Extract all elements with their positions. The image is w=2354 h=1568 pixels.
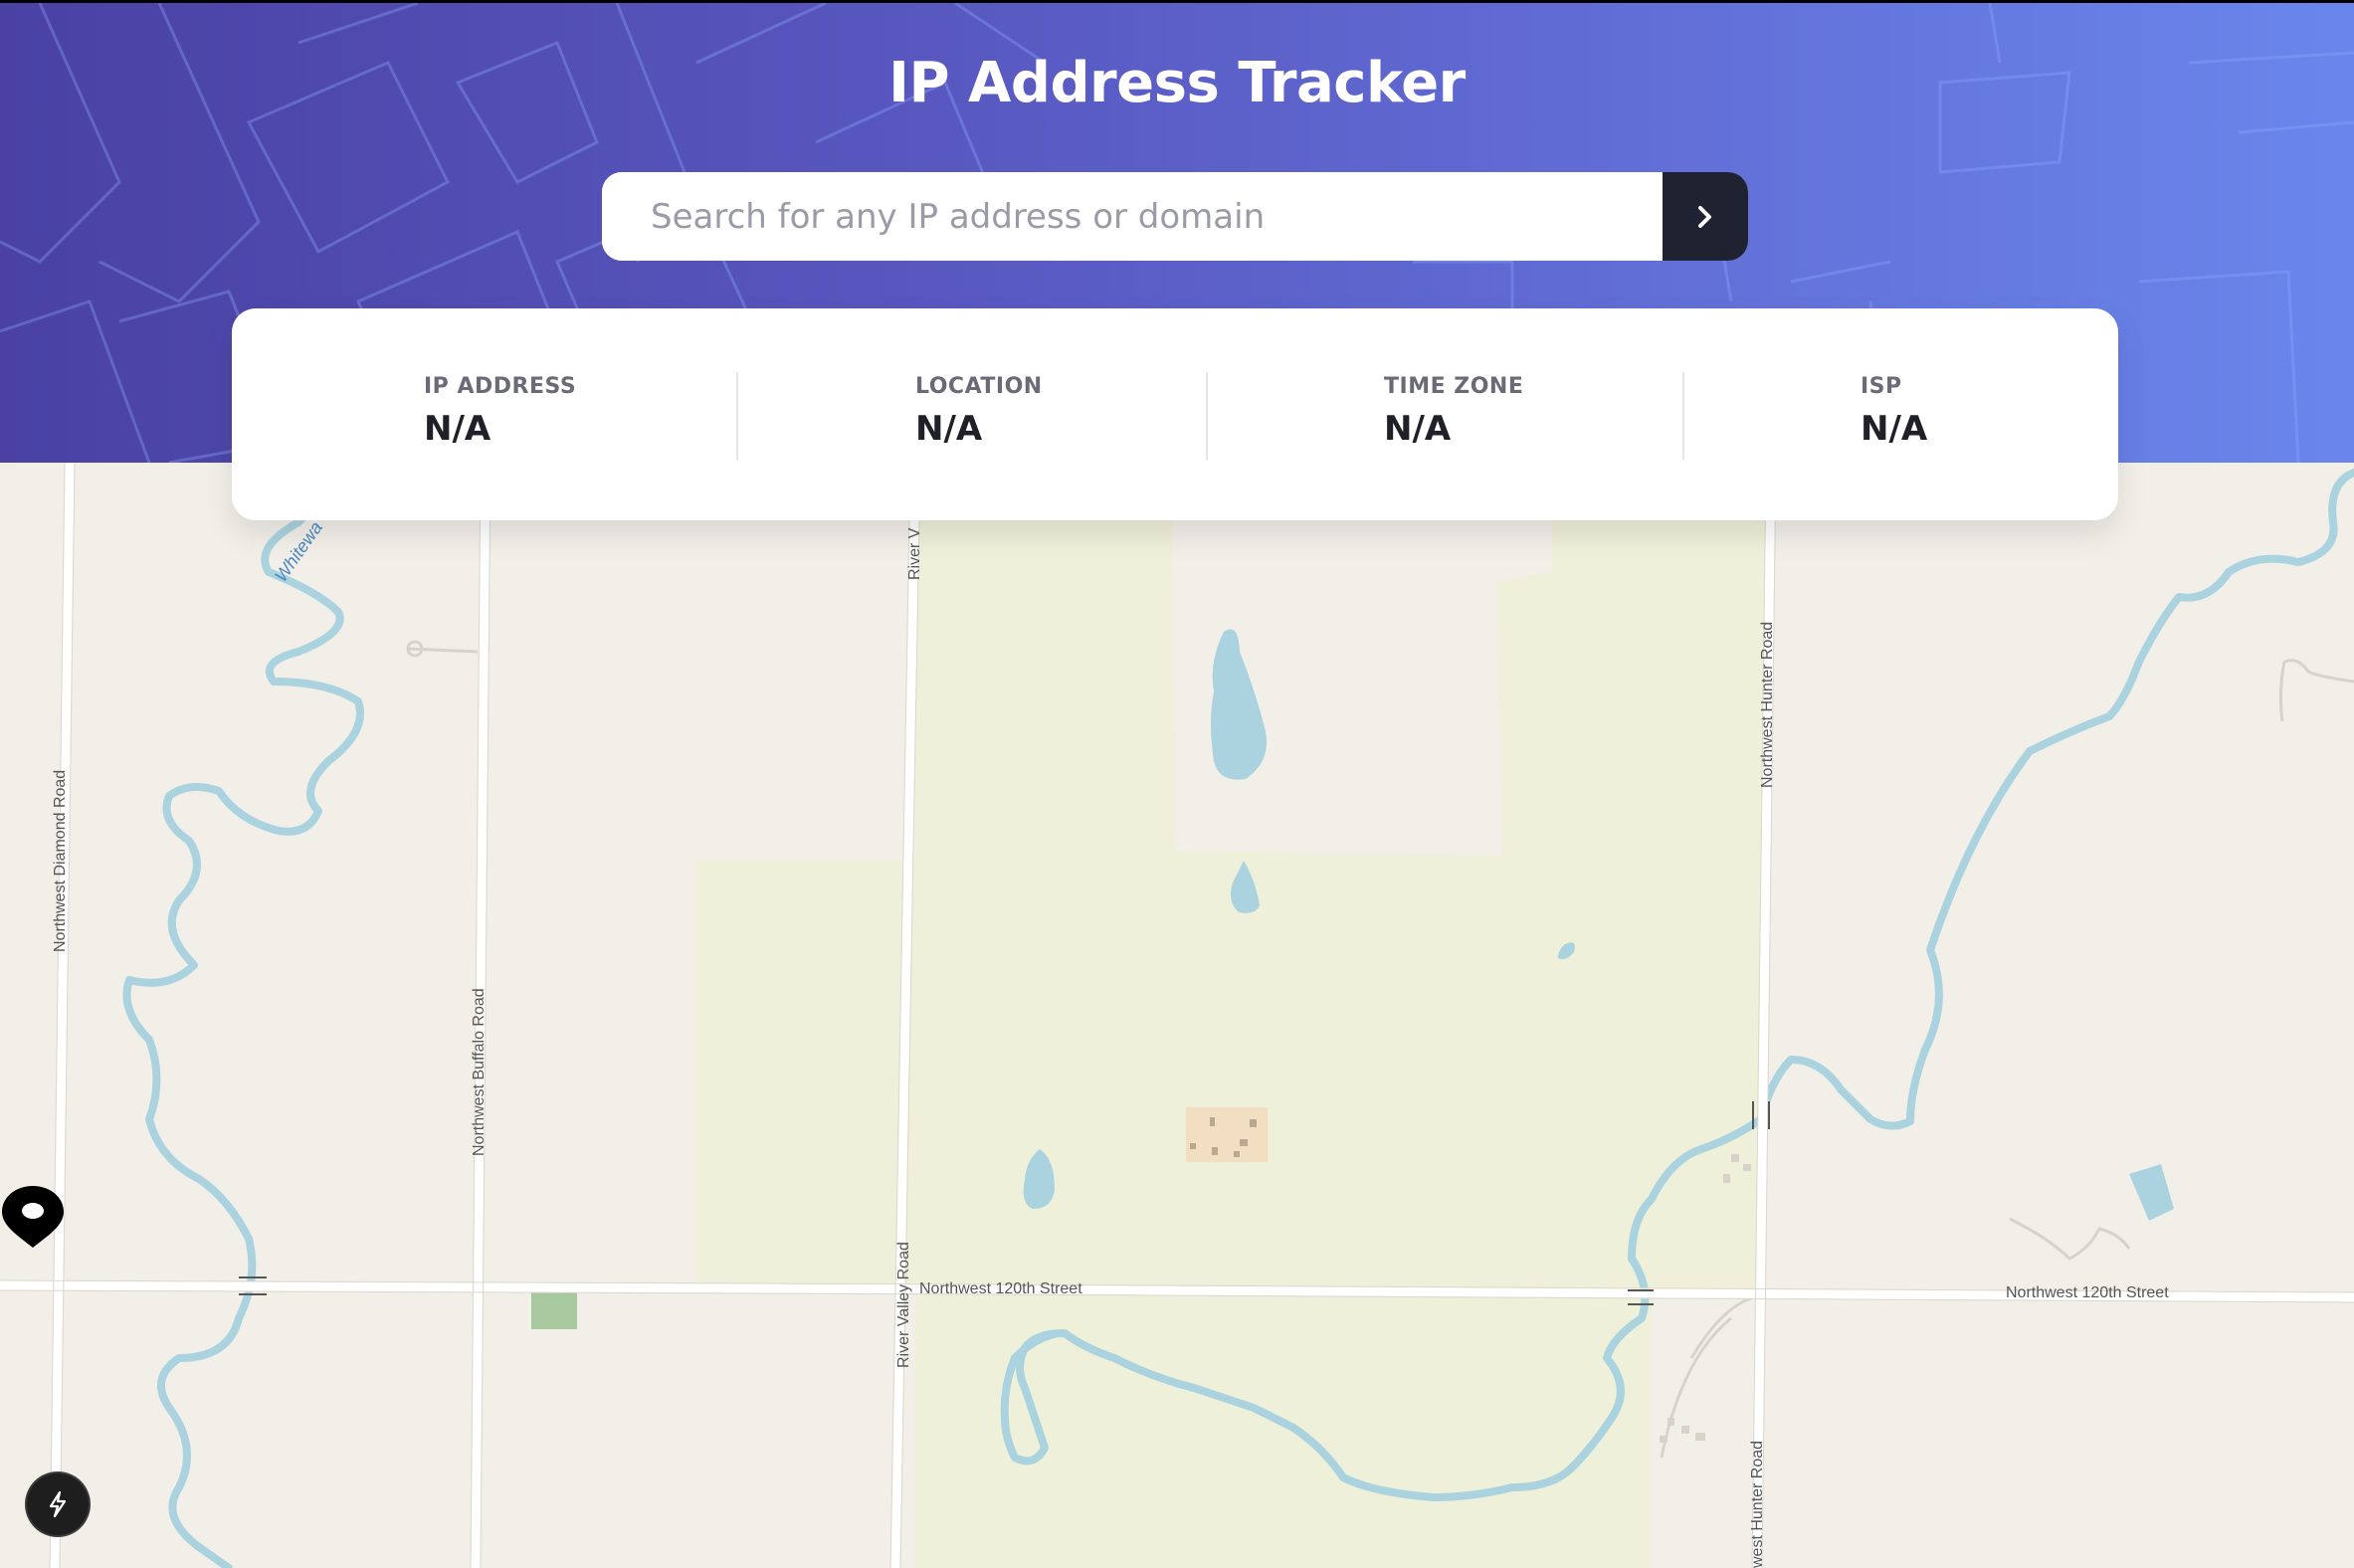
street-label: Northwest 120th Street — [2006, 1284, 2169, 1301]
info-label: IP ADDRESS — [424, 374, 577, 399]
street-label: Northwest Hunter Road — [1759, 621, 1776, 788]
street-label: River Valley Road — [895, 1242, 912, 1368]
page-title: IP Address Tracker — [888, 51, 1466, 115]
street-label: River V — [906, 527, 923, 580]
ip-info-card: IP ADDRESS N/A LOCATION N/A TIME ZONE N/… — [232, 308, 2118, 520]
divider — [736, 372, 738, 460]
divider — [1682, 372, 1684, 460]
info-location: LOCATION N/A — [915, 374, 1043, 449]
search-input[interactable] — [602, 172, 1663, 261]
info-label: TIME ZONE — [1384, 374, 1524, 399]
app-page: IP Address Tracker IP ADDRESS N/A LOCATI… — [0, 3, 2354, 1568]
info-value: N/A — [1861, 409, 1928, 449]
info-ip-address: IP ADDRESS N/A — [424, 374, 576, 449]
info-time-zone: TIME ZONE N/A — [1384, 374, 1523, 449]
info-label: ISP — [1861, 374, 1902, 399]
info-label: LOCATION — [915, 374, 1043, 399]
map-view[interactable]: Northwest Diamond Road Northwest Buffalo… — [0, 463, 2354, 1568]
info-isp: ISP N/A — [1861, 374, 1927, 449]
street-label: west Hunter Road — [1749, 1440, 1766, 1568]
street-label: Northwest Buffalo Road — [471, 988, 488, 1156]
dev-tools-button[interactable] — [27, 1473, 89, 1535]
lightning-bolt-icon — [49, 1490, 67, 1518]
info-value: N/A — [424, 409, 491, 449]
map-tiles — [0, 463, 2354, 1568]
street-label: Northwest Diamond Road — [52, 769, 69, 952]
chevron-right-icon — [1698, 205, 1711, 228]
search-bar — [602, 172, 1748, 261]
info-value: N/A — [1384, 409, 1452, 449]
search-submit-button[interactable] — [1663, 172, 1748, 261]
street-label: Northwest 120th Street — [919, 1280, 1082, 1297]
location-pin-icon[interactable] — [0, 1184, 66, 1250]
info-value: N/A — [915, 409, 983, 449]
divider — [1206, 372, 1208, 460]
